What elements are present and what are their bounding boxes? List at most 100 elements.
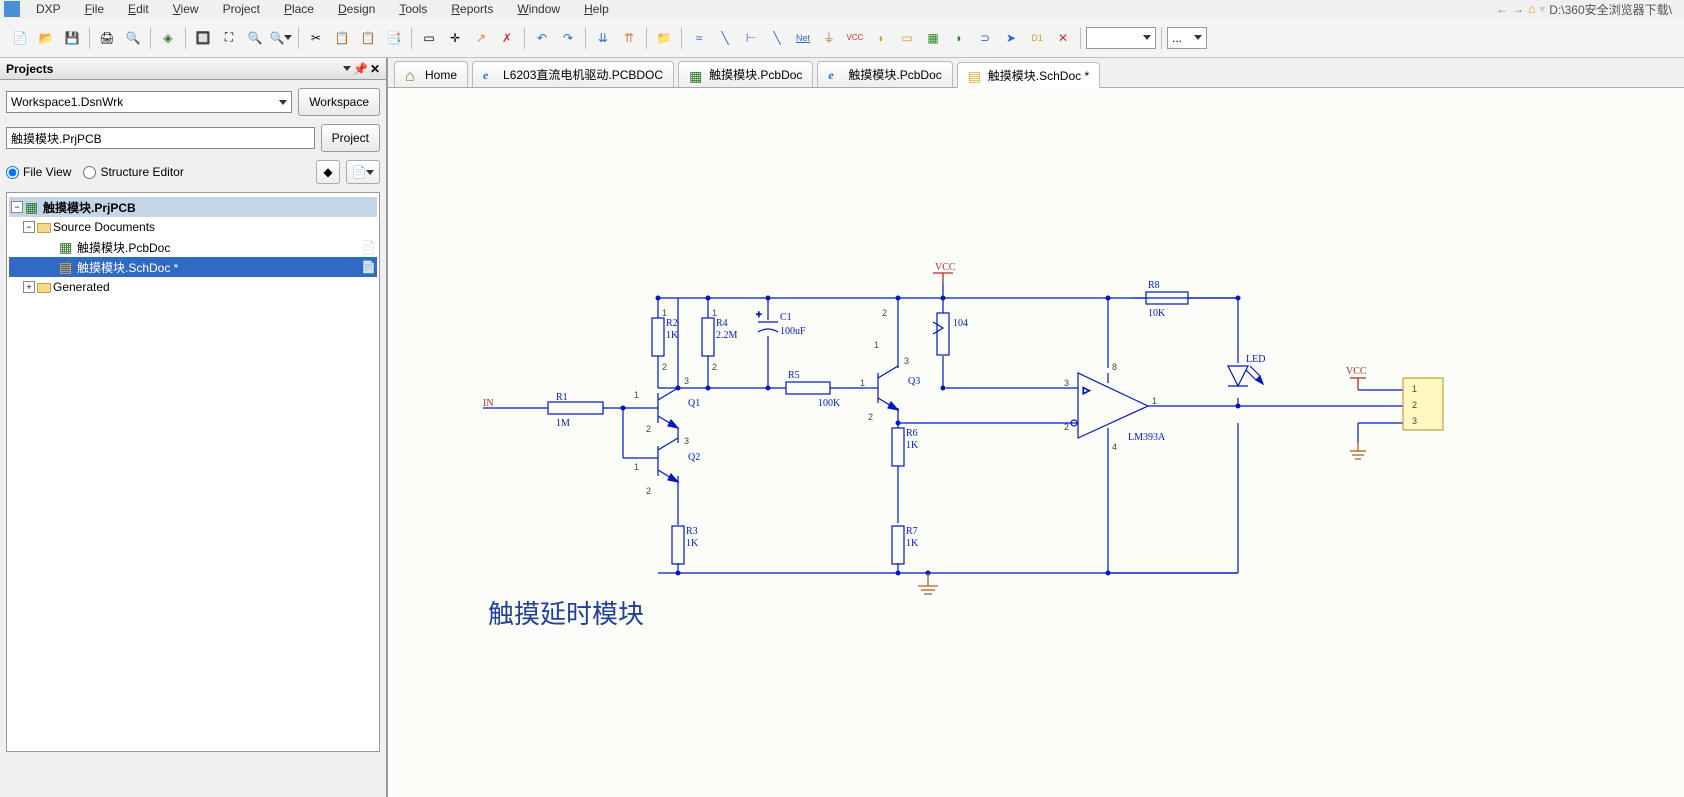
svg-text:1K: 1K [906,538,919,549]
menu-window[interactable]: Window [505,0,572,18]
hierarchy-down-button[interactable]: ⇊ [591,26,615,50]
svg-text:R5: R5 [788,370,800,381]
toolbar-separator [646,27,647,49]
file-view-radio[interactable]: File View [6,165,71,179]
svg-text:2: 2 [646,486,651,496]
panel-pin-icon[interactable]: 📌 [353,62,368,76]
place-sheet-button[interactable]: ▦ [921,26,945,50]
menu-design[interactable]: Design [326,0,387,18]
menu-project[interactable]: Project [211,0,272,18]
toolbar-combo-2[interactable]: ... [1167,27,1207,49]
svg-text:3: 3 [684,436,689,446]
place-text-button[interactable]: D1 [1025,26,1049,50]
browse-button[interactable]: 📁 [652,26,676,50]
save-button[interactable]: 💾 [60,26,84,50]
project-button[interactable]: Project [321,124,380,152]
place-vcc-button[interactable]: VCC [843,26,867,50]
document-tabs: Home L6203直流电机驱动.PCBDOC 触摸模块.PcbDoc 触摸模块… [388,58,1684,88]
svg-text:1: 1 [634,462,639,472]
compile-button[interactable]: ◈ [156,26,180,50]
place-netlabel-button[interactable]: Net [791,26,815,50]
menu-dxp[interactable]: DXP [24,0,73,18]
svg-text:R3: R3 [686,526,698,537]
zoom-fit-button[interactable]: ⛶ [217,26,241,50]
place-wire-button[interactable]: ≈ [687,26,711,50]
main-toolbar: 📄 📂 💾 🖨 🔍 ◈ 🔲 ⛶ 🔍 🔍 ✂ 📋 📋 📑 ▭ ✛ ↗ ✗ ↶ ↷ … [0,18,1684,58]
projects-panel-title: Projects [6,62,53,76]
print-preview-button[interactable]: 🔍 [121,26,145,50]
svg-text:100uF: 100uF [780,326,806,337]
structure-editor-radio[interactable]: Structure Editor [83,165,183,179]
clear-button[interactable]: ✗ [495,26,519,50]
place-port-button[interactable]: ◗ [869,26,893,50]
cut-button[interactable]: ✂ [304,26,328,50]
svg-text:3: 3 [904,356,909,366]
tree-collapse-icon[interactable]: − [23,221,35,233]
workspace-select[interactable]: Workspace1.DsnWrk [6,91,292,113]
place-gnd-button[interactable]: ⏚ [817,26,841,50]
svg-text:10K: 10K [1148,308,1166,319]
menu-reports[interactable]: Reports [439,0,505,18]
copy-button[interactable]: 📋 [330,26,354,50]
place-sheetentry-button[interactable]: ◗ [947,26,971,50]
home-icon [405,68,419,82]
menu-help[interactable]: Help [572,0,621,18]
place-harness-button[interactable]: ⊃ [973,26,997,50]
svg-text:1: 1 [860,378,865,388]
tab-pcbdoc-2[interactable]: 触摸模块.PcbDoc [817,61,952,87]
panel-options-button[interactable]: 📄 [346,160,380,184]
svg-text:1: 1 [712,308,717,318]
zoom-dropdown-button[interactable]: 🔍 [269,26,293,50]
tab-schdoc[interactable]: 触摸模块.SchDoc * [957,62,1100,88]
tree-node-project[interactable]: − 触摸模块.PrjPCB [9,197,377,217]
tree-node-schdoc[interactable]: 触摸模块.SchDoc * 📄 [9,257,377,277]
place-line-button[interactable]: ╲ [765,26,789,50]
print-button[interactable]: 🖨 [95,26,119,50]
select-rect-button[interactable]: ▭ [417,26,441,50]
project-field[interactable]: 触摸模块.PrjPCB [6,127,315,149]
menu-place[interactable]: Place [272,0,326,18]
tree-node-generated[interactable]: + Generated [9,277,377,297]
crosshair-button[interactable]: ✛ [443,26,467,50]
panel-close-icon[interactable]: ✕ [370,62,380,76]
place-bus-button[interactable]: ╲ [713,26,737,50]
menu-file[interactable]: File [73,0,116,18]
tree-expand-icon[interactable]: + [23,281,35,293]
panel-dropdown-icon[interactable] [343,66,351,71]
open-file-button[interactable]: 📂 [34,26,58,50]
schematic-canvas[interactable]: + [388,88,1684,797]
menu-view[interactable]: View [161,0,211,18]
toolbar-separator [298,27,299,49]
undo-button[interactable]: ↶ [530,26,554,50]
tree-collapse-icon[interactable]: − [11,201,23,213]
new-file-button[interactable]: 📄 [8,26,32,50]
menu-bar: DXP File Edit View Project Place Design … [0,0,1684,18]
doc-status-icon: 📄 [361,240,375,254]
paste-button[interactable]: 📋 [356,26,380,50]
place-directive-button[interactable]: ➤ [999,26,1023,50]
menu-edit[interactable]: Edit [116,0,161,18]
menu-tools[interactable]: Tools [387,0,439,18]
deselect-button[interactable]: ↗ [469,26,493,50]
tab-l6203[interactable]: L6203直流电机驱动.PCBDOC [472,61,674,87]
tree-node-source-docs[interactable]: − Source Documents [9,217,377,237]
stamp-button[interactable]: 📑 [382,26,406,50]
tree-node-pcbdoc[interactable]: 触摸模块.PcbDoc 📄 [9,237,377,257]
zoom-window-button[interactable]: 🔲 [191,26,215,50]
zoom-in-button[interactable]: 🔍 [243,26,267,50]
place-part-button[interactable]: ▭ [895,26,919,50]
svg-text:2: 2 [882,308,887,318]
doc-status-icon: 📄 [361,260,375,274]
tab-pcbdoc-1[interactable]: 触摸模块.PcbDoc [678,61,813,87]
place-signal-button[interactable]: ⊢ [739,26,763,50]
workspace-button[interactable]: Workspace [298,88,380,116]
toolbar-separator [585,27,586,49]
hierarchy-up-button[interactable]: ⇈ [617,26,641,50]
toolbar-separator [411,27,412,49]
pcb-doc-icon [59,239,75,255]
redo-button[interactable]: ↷ [556,26,580,50]
panel-settings-button[interactable]: ◆ [316,160,340,184]
toolbar-combo-1[interactable] [1086,27,1156,49]
place-close-button[interactable]: ✕ [1051,26,1075,50]
tab-home[interactable]: Home [394,61,468,87]
